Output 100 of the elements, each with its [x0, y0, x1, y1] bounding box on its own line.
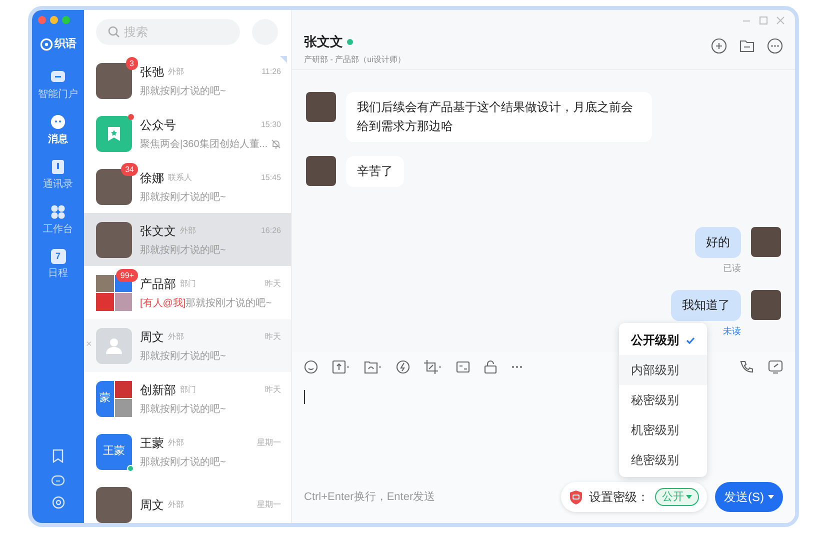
message-bubble: 辛苦了 [346, 156, 404, 187]
secrecy-control[interactable]: 设置密级： 公开 [561, 482, 707, 512]
message-bubble: 我们后续会有产品基于这个结果做设计，月底之前会给到需求方那边哈 [346, 92, 652, 142]
person-silhouette-icon [105, 336, 123, 354]
message-time: 昨天 [265, 278, 281, 290]
caret-icon [768, 495, 774, 499]
check-icon [686, 336, 695, 344]
contact-name: 张弛 [140, 64, 164, 80]
more-icon[interactable] [511, 365, 523, 369]
photo-placeholder [751, 227, 781, 257]
contacts-icon [50, 158, 66, 174]
message-bubble: 好的 [695, 227, 741, 258]
search-icon [108, 26, 120, 38]
more-icon[interactable] [767, 38, 783, 54]
message-time: 16:26 [260, 224, 281, 236]
contact-tag: 外部 [168, 66, 184, 78]
message-time: 15:45 [260, 172, 281, 184]
photo-placeholder [96, 274, 114, 292]
app-logo-text: 织语 [54, 37, 76, 52]
conversation-item[interactable]: 张文文 外部 16:26 那就按刚才说的吧~ [84, 213, 291, 266]
folder-icon[interactable] [739, 38, 755, 54]
contact-name: 张文文 [140, 222, 176, 240]
message-preview: [有人@我]那就按刚才说的吧~ [140, 296, 273, 310]
caret-icon [686, 495, 692, 499]
file-upload-icon[interactable] [332, 360, 350, 374]
photo-placeholder [114, 380, 132, 398]
screenshot-icon[interactable] [424, 360, 442, 374]
input-hint: Ctrl+Enter换行，Enter发送 [304, 490, 436, 505]
contact-tag: 外部 [168, 498, 184, 510]
conversation-item[interactable]: × 周文 外部 昨天 那就按刚才说的吧~ [84, 319, 291, 372]
read-status: 已读 [723, 262, 741, 275]
contact-tag: 外部 [180, 224, 196, 236]
group-letter-tile: 蒙 [96, 380, 114, 416]
photo-placeholder [96, 293, 114, 310]
contact-name: 周文 [140, 496, 164, 514]
send-button[interactable]: 发送(S) [715, 482, 783, 512]
message-time: 11:26 [262, 66, 281, 78]
message-icon [50, 68, 66, 84]
message-time: 15:30 [260, 118, 281, 130]
message-time: 星期一 [257, 498, 281, 510]
shield-icon [569, 490, 583, 504]
settings-icon[interactable] [52, 496, 64, 509]
contact-name: 产品部 [140, 276, 176, 292]
message-bubble: 我知道了 [671, 290, 741, 320]
secrecy-label: 设置密级： [589, 489, 649, 506]
photo-placeholder [306, 92, 336, 122]
contact-tag: 部门 [180, 384, 196, 396]
lightning-icon[interactable] [396, 360, 410, 374]
contact-name: 徐娜 [140, 170, 164, 186]
chat-title: 张文文 [304, 33, 343, 51]
bookmark-icon[interactable] [52, 449, 64, 463]
message-time: 昨天 [265, 330, 281, 342]
nav-item[interactable]: 消息 [32, 108, 84, 152]
menu-option[interactable]: 机密级别 [619, 415, 707, 445]
menu-option[interactable]: 公开级别 [619, 325, 707, 355]
contact-tag: 联系人 [168, 172, 192, 184]
phone-icon[interactable] [740, 360, 754, 374]
chat-subtitle: 产研部 - 产品部（ui设计师） [304, 54, 406, 66]
grid-icon [50, 204, 66, 220]
menu-option[interactable]: 秘密级别 [619, 385, 707, 415]
read-status: 未读 [723, 324, 741, 338]
photo-placeholder [751, 290, 781, 320]
menu-option[interactable]: 绝密级别 [619, 445, 707, 475]
folder-upload-icon[interactable] [364, 360, 382, 374]
contact-name: 周文 [140, 328, 164, 346]
robot-icon[interactable] [51, 473, 65, 486]
menu-option[interactable]: 内部级别 [619, 355, 707, 385]
contact-name: 王蒙 [140, 434, 164, 452]
unread-badge: 3 [126, 56, 138, 70]
message-preview: 那就按刚才说的吧~ [140, 84, 227, 98]
message-preview: 聚焦两会|360集团创始人董... [140, 138, 269, 152]
message-time: 星期一 [257, 436, 281, 448]
photo-placeholder [96, 222, 132, 258]
message-preview: 那就按刚才说的吧~ [140, 402, 227, 416]
calendar-day: 7 [55, 252, 60, 260]
search-field[interactable]: 搜索 [96, 19, 240, 45]
contact-tag: 部门 [180, 278, 196, 290]
photo-placeholder [114, 399, 132, 416]
photo-placeholder [114, 293, 132, 310]
message-preview: 那就按刚才说的吧~ [140, 456, 227, 470]
logo-icon [40, 38, 52, 51]
add-icon[interactable] [711, 38, 727, 54]
photo-placeholder [96, 486, 132, 522]
unread-badge: 34 [121, 162, 138, 176]
message-preview: 那就按刚才说的吧~ [140, 190, 227, 204]
contact-name: 创新部 [140, 382, 176, 398]
message-preview: 那就按刚才说的吧~ [140, 350, 227, 364]
photo-placeholder [306, 156, 336, 186]
search-input: 搜索 [124, 23, 224, 41]
chat-bubble-icon [50, 114, 66, 130]
lock-icon[interactable] [484, 360, 497, 374]
emoji-icon[interactable] [304, 360, 318, 374]
text-cursor [304, 390, 305, 404]
unread-badge: 99+ [116, 268, 138, 282]
screen-share-icon[interactable] [768, 360, 783, 374]
contact-name: 公众号 [140, 116, 176, 134]
message-time: 昨天 [265, 384, 281, 396]
card-icon[interactable] [456, 360, 470, 374]
bookmark-star-icon [107, 126, 121, 142]
contact-tag: 外部 [168, 436, 184, 448]
